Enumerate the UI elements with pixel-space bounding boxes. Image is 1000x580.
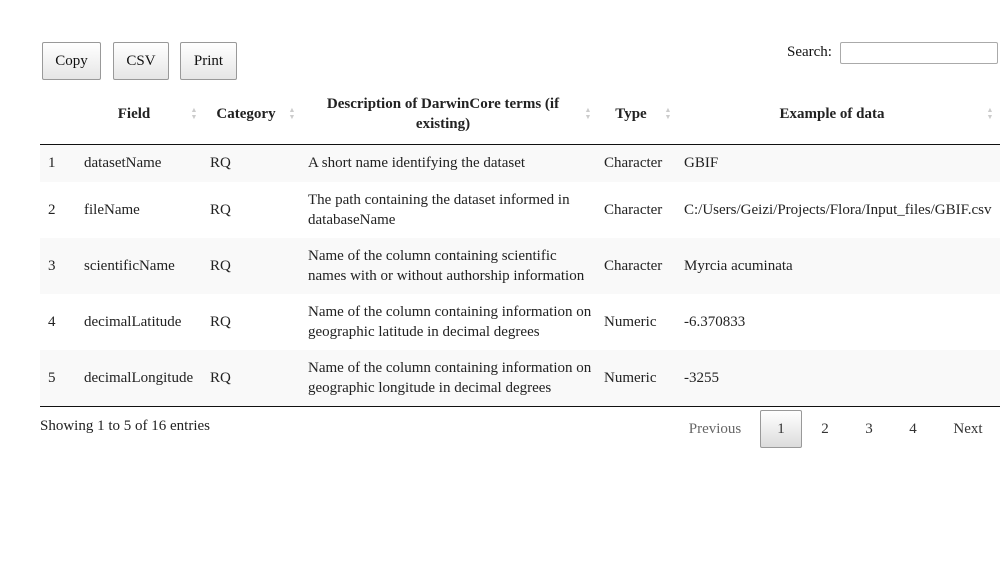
cell-category: RQ xyxy=(204,350,302,407)
search-label: Search: xyxy=(787,44,832,60)
cell-description: A short name identifying the dataset xyxy=(302,144,598,182)
cell-type: Character xyxy=(598,238,678,294)
cell-index: 2 xyxy=(48,202,56,218)
column-header-example[interactable]: Example of data ▲ ▼ xyxy=(678,84,1000,145)
pagination-previous-button[interactable]: Previous xyxy=(678,410,752,448)
cell-field: datasetName xyxy=(78,144,204,182)
pagination-page-3-button[interactable]: 3 xyxy=(852,410,886,448)
sort-both-icon: ▲ ▼ xyxy=(664,105,672,121)
cell-category: RQ xyxy=(204,238,302,294)
cell-example: GBIF xyxy=(678,144,1000,182)
cell-field: fileName xyxy=(84,202,140,218)
cell-index: 5 xyxy=(40,350,78,407)
table-info: Showing 1 to 5 of 16 entries xyxy=(40,418,210,434)
cell-type: Character xyxy=(604,202,663,218)
cell-description: The path containing the dataset informed… xyxy=(308,192,570,228)
cell-field: scientificName xyxy=(78,238,204,294)
cell-index: 4 xyxy=(48,314,56,330)
cell-category: RQ xyxy=(210,314,231,330)
column-header-label: Category xyxy=(216,105,276,122)
cell-index: 3 xyxy=(40,238,78,294)
column-header-field[interactable]: Field ▲ ▼ xyxy=(78,84,204,145)
print-button[interactable]: Print xyxy=(180,42,237,80)
column-header-description[interactable]: Description of DarwinCore terms (if exis… xyxy=(302,84,598,145)
pagination-page-2-button[interactable]: 2 xyxy=(808,410,842,448)
table-row[interactable]: 5 decimalLongitude RQ Name of the column… xyxy=(40,350,1000,407)
copy-button[interactable]: Copy xyxy=(42,42,101,80)
table-row[interactable]: 3 scientificName RQ Name of the column c… xyxy=(40,238,1000,294)
cell-type: Character xyxy=(598,144,678,182)
cell-description: Name of the column containing informatio… xyxy=(308,304,592,340)
table-row[interactable]: 2 fileName RQ The path containing the da… xyxy=(40,182,1000,238)
cell-category: RQ xyxy=(210,202,231,218)
sort-both-icon: ▲ ▼ xyxy=(190,105,198,121)
cell-example: -3255 xyxy=(678,350,1000,407)
cell-description: Name of the column containing informatio… xyxy=(302,350,598,407)
table-row[interactable]: 4 decimalLatitude RQ Name of the column … xyxy=(40,294,1000,350)
pagination-page-1-button[interactable]: 1 xyxy=(760,410,802,448)
column-header-index[interactable] xyxy=(40,84,78,145)
cell-type: Numeric xyxy=(604,314,657,330)
pagination-page-4-button[interactable]: 4 xyxy=(896,410,930,448)
column-header-category[interactable]: Category ▲ ▼ xyxy=(204,84,302,145)
column-header-type[interactable]: Type ▲ ▼ xyxy=(598,84,678,145)
column-header-label: Field xyxy=(117,105,151,122)
cell-description: Name of the column containing scientific… xyxy=(302,238,598,294)
cell-index: 1 xyxy=(40,144,78,182)
column-header-label: Example of data xyxy=(779,105,885,122)
table-row[interactable]: 1 datasetName RQ A short name identifyin… xyxy=(40,144,1000,182)
sort-both-icon: ▲ ▼ xyxy=(986,105,994,121)
cell-example: Myrcia acuminata xyxy=(678,238,1000,294)
data-table: Field ▲ ▼ Category ▲ ▼ Description of Darw… xyxy=(40,84,1000,407)
sort-both-icon: ▲ ▼ xyxy=(288,105,296,121)
cell-example: -6.370833 xyxy=(684,314,746,330)
cell-category: RQ xyxy=(204,144,302,182)
search-input[interactable] xyxy=(840,42,998,64)
cell-type: Numeric xyxy=(598,350,678,407)
column-header-label: Type xyxy=(615,105,647,122)
pagination-next-button[interactable]: Next xyxy=(944,410,992,448)
sort-both-icon: ▲ ▼ xyxy=(584,105,592,121)
column-header-label: Description of DarwinCore terms (if exis… xyxy=(326,95,560,132)
csv-button[interactable]: CSV xyxy=(113,42,169,80)
table-header-row: Field ▲ ▼ Category ▲ ▼ Description of Darw… xyxy=(40,84,1000,145)
cell-example: C:/Users/Geizi/Projects/Flora/Input_file… xyxy=(684,202,992,218)
cell-field: decimalLatitude xyxy=(84,314,182,330)
cell-field: decimalLongitude xyxy=(78,350,204,407)
